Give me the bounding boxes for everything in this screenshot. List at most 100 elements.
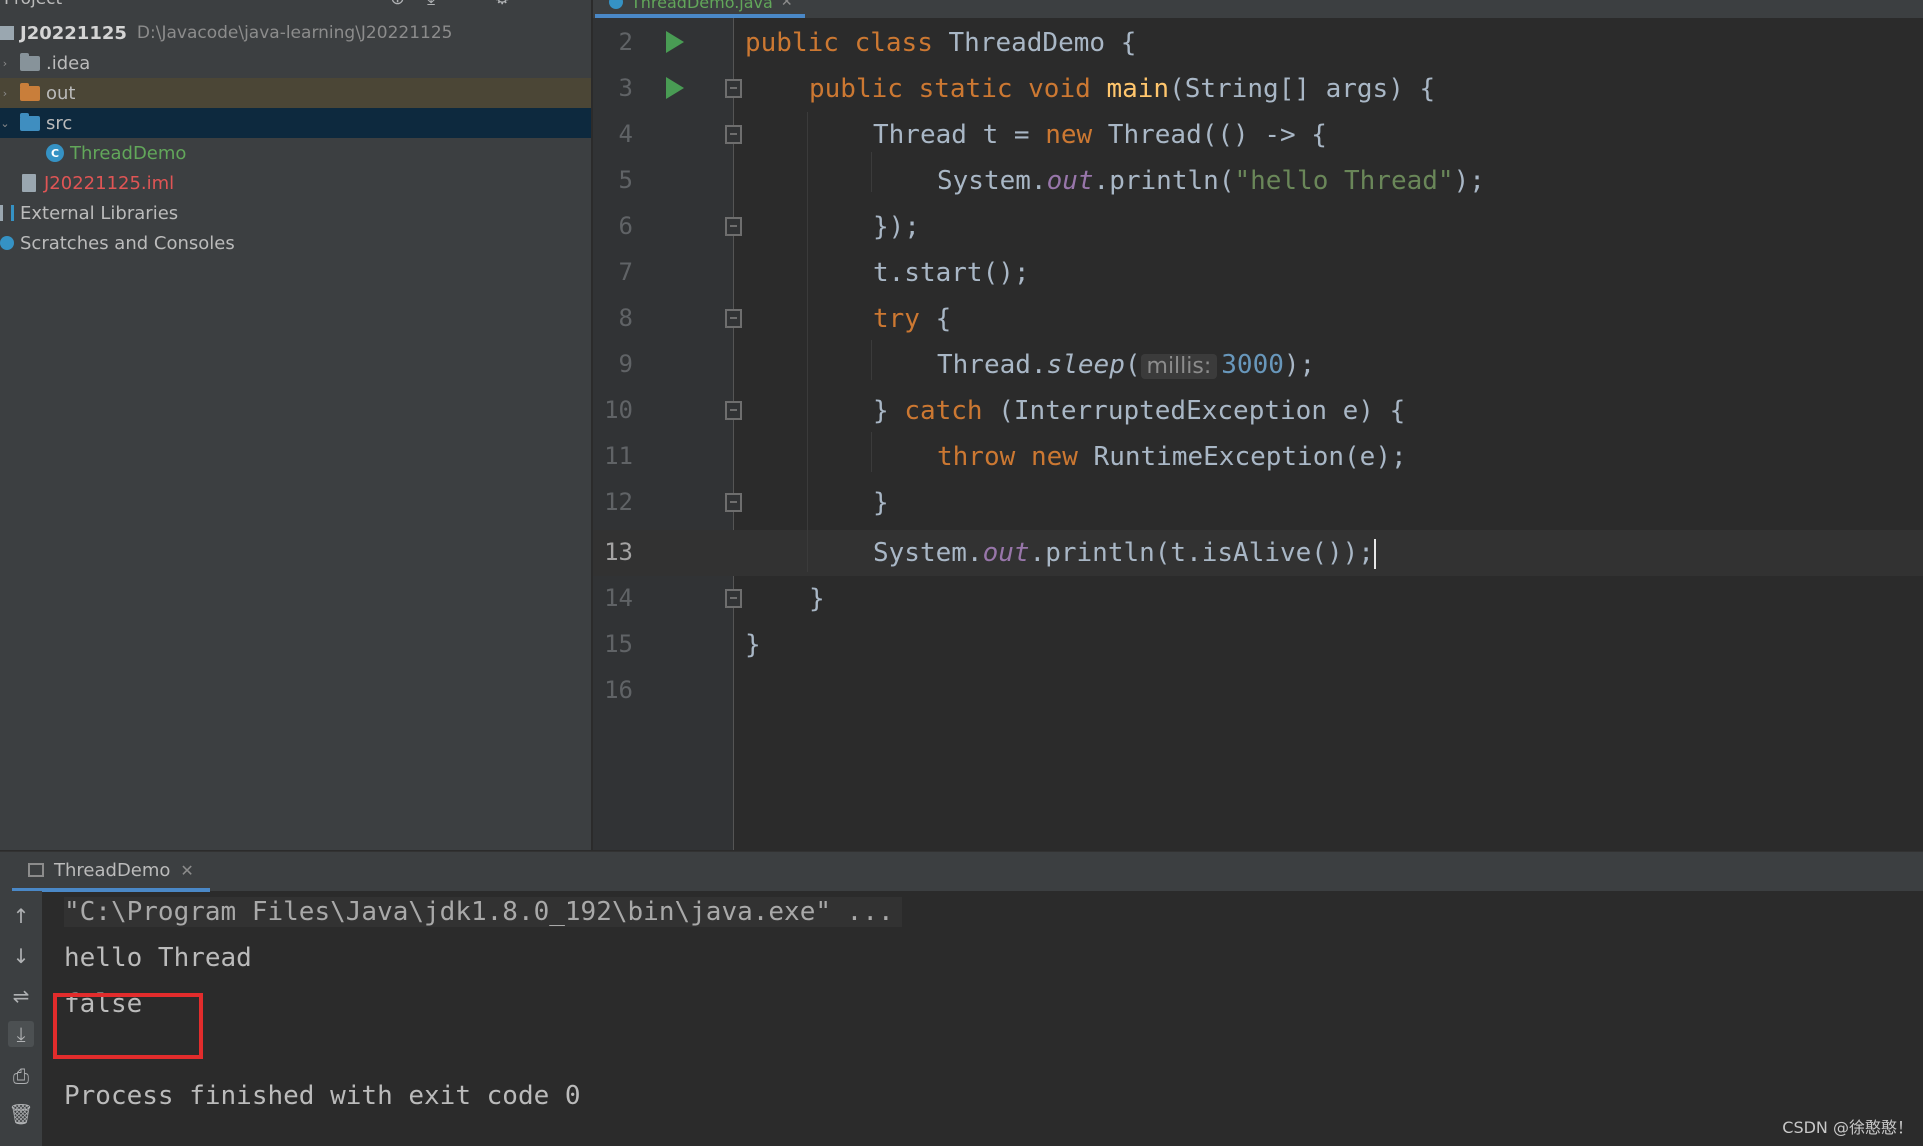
tree-item-iml[interactable]: J20221125.iml [0, 168, 591, 198]
run-tab-label: ThreadDemo [54, 859, 171, 881]
code-text: Thread.sleep(millis: 3000); [937, 350, 1315, 380]
code-text: }); [873, 212, 920, 242]
console-line: hello Thread [64, 943, 252, 973]
up-arrow-icon[interactable]: ↑ [8, 903, 34, 929]
code-line[interactable]: 5 System.out.println("hello Thread"); [593, 158, 1923, 204]
expand-icon[interactable]: ⌃ [457, 0, 472, 9]
code-line-current[interactable]: 13 System.out.println(t.isAlive()); [593, 530, 1923, 576]
tree-item-threaddemo[interactable]: C ThreadDemo [0, 138, 591, 168]
code-text: public class ThreadDemo { [745, 28, 1136, 58]
fold-end-icon[interactable] [725, 401, 742, 420]
code-line[interactable]: 7 t.start(); [593, 250, 1923, 296]
fold-icon[interactable] [725, 79, 742, 98]
chevron-right-icon[interactable]: › [0, 57, 10, 70]
static-method: sleep [1046, 350, 1125, 380]
code-line[interactable]: 14 } [593, 576, 1923, 622]
print-icon[interactable]: ⎙ [8, 1063, 34, 1089]
tree-item-external-libraries[interactable]: External Libraries [0, 198, 591, 228]
line-number: 7 [618, 258, 633, 286]
keyword: void [1028, 74, 1091, 104]
code-text: } [745, 630, 761, 660]
tab-label: ThreadDemo.java [631, 0, 773, 12]
code-token: System. [873, 538, 983, 568]
watermark: CSDN @徐憨憨！ [1782, 1118, 1913, 1137]
tree-item-label: J20221125.iml [44, 172, 175, 194]
line-number: 4 [618, 120, 633, 148]
code-line[interactable]: 3 public static void main(String[] args)… [593, 66, 1923, 112]
method-name: main [1106, 74, 1170, 104]
number-literal: 3000 [1221, 350, 1284, 380]
code-line[interactable]: 4 Thread t = new Thread(() -> { [593, 112, 1923, 158]
run-class-icon[interactable] [666, 31, 684, 53]
fold-icon[interactable] [725, 125, 742, 144]
code-line[interactable]: 16 [593, 668, 1923, 714]
line-number: 11 [604, 442, 633, 470]
line-number: 9 [618, 350, 633, 378]
tree-item-label: External Libraries [20, 202, 179, 224]
tree-item-project-root[interactable]: J20221125 D:\Javacode\java-learning\J202… [0, 18, 591, 48]
line-number: 10 [604, 396, 633, 424]
close-icon[interactable]: ✕ [180, 861, 193, 880]
trash-icon[interactable]: 🗑 [8, 1101, 34, 1127]
tree-item-scratches[interactable]: Scratches and Consoles [0, 228, 591, 258]
code-token: } [745, 630, 761, 660]
red-highlight-box [53, 993, 203, 1059]
code-line[interactable]: 15 } [593, 622, 1923, 668]
line-number: 14 [604, 584, 633, 612]
tree-item-label: out [46, 82, 76, 104]
code-line[interactable]: 10 } catch (InterruptedException e) { [593, 388, 1923, 434]
soft-wrap-icon[interactable]: ⇌ [8, 983, 34, 1009]
line-number: 16 [604, 676, 633, 704]
tree-item-idea[interactable]: › .idea [0, 48, 591, 78]
code-text: } [873, 488, 889, 518]
tab-threaddemo-java[interactable]: ThreadDemo.java ✕ [595, 0, 805, 18]
fold-end-icon[interactable] [725, 589, 742, 608]
code-line[interactable]: 8 try { [593, 296, 1923, 342]
line-number: 8 [618, 304, 633, 332]
down-arrow-icon[interactable]: ↓ [8, 943, 34, 969]
code-token: ThreadDemo { [948, 28, 1137, 58]
run-main-icon[interactable] [666, 77, 684, 99]
code-token: Thread(() -> { [1092, 120, 1327, 150]
settings-gear-icon[interactable]: ⚙ [494, 0, 510, 9]
code-line[interactable]: 11 throw new RuntimeException(e); [593, 434, 1923, 480]
collapse-all-icon[interactable]: ⤓ [427, 0, 435, 9]
console-icon [28, 863, 44, 877]
code-token: } [873, 488, 889, 518]
fold-icon[interactable] [725, 309, 742, 328]
chevron-down-icon[interactable]: ⌄ [0, 117, 10, 130]
fold-end-icon[interactable] [725, 217, 742, 236]
folder-icon [20, 82, 40, 101]
line-number: 2 [618, 28, 633, 56]
code-editor[interactable]: ThreadDemo.java ✕ 2 public class ThreadD… [593, 0, 1923, 850]
keyword: class [854, 28, 933, 58]
tree-item-label: Scratches and Consoles [20, 232, 235, 254]
line-number: 12 [604, 488, 633, 516]
tree-item-src[interactable]: ⌄ src [0, 108, 591, 138]
code-token: } [873, 396, 905, 426]
code-line[interactable]: 12 } [593, 480, 1923, 526]
scroll-to-end-icon[interactable]: ⤓ [8, 1021, 34, 1047]
console-output[interactable]: "C:\Program Files\Java\jdk1.8.0_192\bin\… [64, 891, 1914, 1146]
code-token: t.start(); [873, 258, 1030, 288]
close-icon[interactable]: ✕ [781, 0, 793, 10]
fold-end-icon[interactable] [725, 493, 742, 512]
project-panel-title[interactable]: Project [4, 0, 62, 9]
code-line[interactable]: 2 public class ThreadDemo { [593, 20, 1923, 66]
keyword: static [918, 74, 1013, 104]
keyword: public [809, 74, 903, 104]
tree-item-out[interactable]: › out [0, 78, 591, 108]
code-text: } catch (InterruptedException e) { [873, 396, 1405, 426]
text-caret [1373, 538, 1376, 569]
code-token: }); [873, 212, 920, 242]
code-line[interactable]: 9 Thread.sleep(millis: 3000); [593, 342, 1923, 388]
chevron-right-icon[interactable]: › [0, 87, 10, 100]
locate-icon[interactable]: ⊕ [390, 0, 405, 9]
tab-run-threaddemo[interactable]: ThreadDemo ✕ [12, 852, 210, 892]
keyword: catch [904, 396, 983, 426]
code-token: { [919, 304, 952, 334]
project-path: D:\Javacode\java-learning\J20221125 [136, 23, 453, 43]
code-line[interactable]: 6 }); [593, 204, 1923, 250]
project-folder-icon [0, 26, 14, 40]
editor-tab-bar: ThreadDemo.java ✕ [593, 0, 1923, 18]
